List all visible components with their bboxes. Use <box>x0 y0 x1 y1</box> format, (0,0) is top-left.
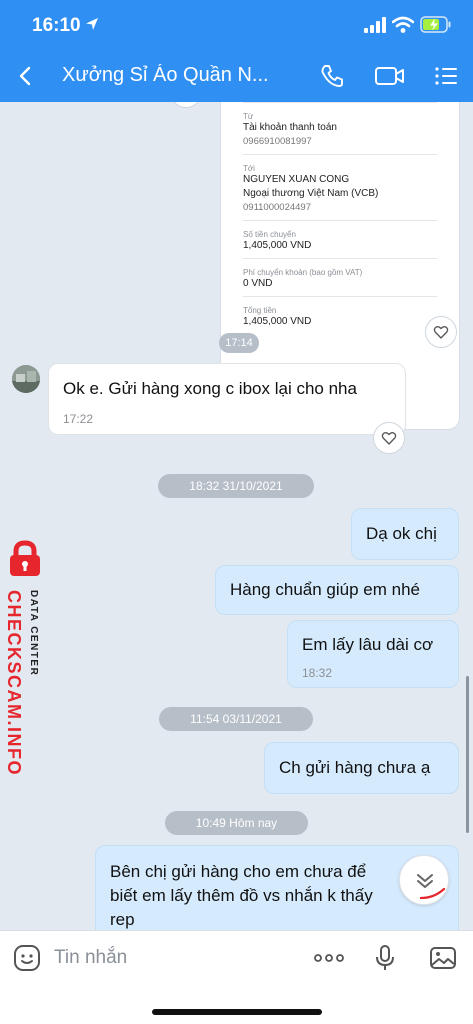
from-number: 0966910081997 <box>243 136 312 147</box>
chat-header: Xưởng Sỉ Áo Quần N... <box>0 50 473 102</box>
avatar[interactable] <box>12 365 40 393</box>
image-icon[interactable] <box>428 943 458 973</box>
message-line: biết em lấy thêm đồ vs nhắn k thấy <box>110 886 373 905</box>
microphone-icon[interactable] <box>370 943 400 973</box>
chat-title[interactable]: Xưởng Sỉ Áo Quần N... <box>62 64 277 87</box>
status-bar: 16:10 <box>0 0 473 50</box>
message-bubble-incoming[interactable]: Ok e. Gửi hàng xong c ibox lại cho nha 1… <box>48 363 406 435</box>
scroll-to-bottom-button[interactable] <box>399 855 449 905</box>
to-bank: Ngoại thương Việt Nam (VCB) <box>243 188 379 199</box>
reaction-button[interactable] <box>373 422 405 454</box>
message-bubble-outgoing[interactable]: Hàng chuẩn giúp em nhé <box>215 565 459 615</box>
heart-icon <box>381 432 397 445</box>
swoosh-mark <box>420 888 446 900</box>
total-value: 1,405,000 VND <box>243 316 312 327</box>
heart-icon <box>433 326 449 339</box>
to-label: Tới <box>243 164 255 173</box>
phone-icon[interactable] <box>318 62 346 90</box>
message-line: Bên chị gửi hàng cho em chưa để <box>110 862 367 881</box>
battery-charging-icon <box>420 16 451 33</box>
message-bubble-outgoing[interactable]: Em lấy lâu dài cơ 18:32 <box>287 620 459 688</box>
location-arrow-icon <box>86 18 98 30</box>
reaction-button[interactable] <box>170 102 202 108</box>
lock-icon <box>10 540 40 576</box>
back-arrow-icon[interactable] <box>12 62 40 90</box>
fee-label: Phí chuyển khoản (bao gồm VAT) <box>243 268 363 277</box>
message-text: Ok e. Gửi hàng xong c ibox lại cho nha <box>63 379 357 398</box>
from-label: Từ <box>243 112 254 121</box>
watermark-sub: DATA CENTER <box>28 590 39 677</box>
to-name: NGUYEN XUAN CONG <box>243 174 350 185</box>
fee-value: 0 VND <box>243 278 273 289</box>
status-time: 16:10 <box>32 15 81 36</box>
scrollbar[interactable] <box>466 676 469 833</box>
message-input[interactable]: Tin nhắn <box>54 947 127 969</box>
video-call-icon[interactable] <box>374 62 406 90</box>
menu-list-icon[interactable] <box>432 62 460 90</box>
sticker-icon[interactable] <box>12 943 42 973</box>
amount-value: 1,405,000 VND <box>243 240 312 251</box>
message-text: Dạ ok chị <box>366 524 437 543</box>
message-time: 18:32 <box>302 666 333 680</box>
cellular-signal-icon <box>364 17 386 33</box>
date-separator: 10:49 Hôm nay <box>165 811 308 835</box>
message-bubble-outgoing[interactable]: Dạ ok chị <box>351 508 459 560</box>
amount-label: Số tiền chuyển <box>243 230 296 239</box>
message-text: Hàng chuẩn giúp em nhé <box>230 580 420 599</box>
message-text: Ch gửi hàng chưa ạ <box>279 758 431 777</box>
home-indicator <box>152 1009 322 1015</box>
message-time: 17:22 <box>63 412 94 426</box>
watermark-brand: CHECKSCAM.INFO <box>4 590 24 776</box>
chat-area[interactable]: Từ Tài khoản thanh toán 0966910081997 Tớ… <box>0 102 473 930</box>
watermark: CHECKSCAM.INFO DATA CENTER <box>0 540 50 776</box>
message-bubble-outgoing[interactable]: Ch gửi hàng chưa ạ <box>264 742 459 794</box>
date-separator: 18:32 31/10/2021 <box>158 474 314 498</box>
to-number: 0911000024497 <box>243 202 311 213</box>
from-account: Tài khoản thanh toán <box>243 122 337 133</box>
message-text: Bên chị gửi hàng cho em chưa để biết em … <box>110 860 373 930</box>
message-input-bar: Tin nhắn <box>0 930 473 1024</box>
more-icon[interactable] <box>312 943 346 973</box>
total-label: Tổng tiền <box>243 306 277 315</box>
receipt-time: 17:14 <box>219 333 259 353</box>
reaction-button[interactable] <box>425 316 457 348</box>
date-separator: 11:54 03/11/2021 <box>159 707 313 731</box>
wifi-icon <box>392 16 414 33</box>
message-line: rep <box>110 910 135 929</box>
message-text: Em lấy lâu dài cơ <box>302 635 434 654</box>
